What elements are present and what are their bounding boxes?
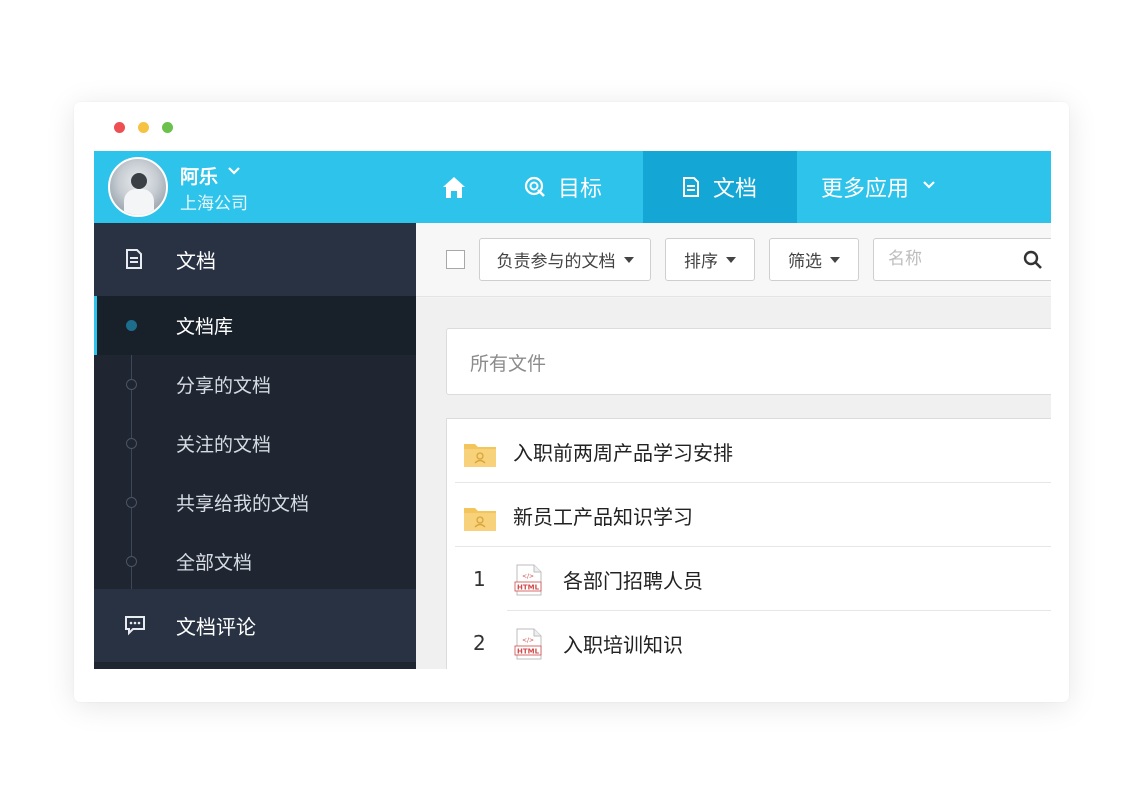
- file-row[interactable]: 2 </> HTML 入职培训知识: [447, 611, 1051, 669]
- sidebar-item-all-documents[interactable]: 全部文档: [94, 532, 416, 591]
- nav-more-apps-label: 更多应用: [821, 177, 910, 202]
- sidebar: 文档 文档库 分享的文档 关注的文档 共享给我的文档 全部文档 文档评论: [94, 223, 416, 669]
- sidebar-item-document-library[interactable]: 文档库: [94, 296, 416, 355]
- sidebar-section-label: 文档: [176, 249, 216, 273]
- file-row[interactable]: 1 </> HTML 各部门招聘人员: [447, 547, 1051, 611]
- user-name[interactable]: 阿乐: [180, 162, 218, 189]
- nav-more-apps[interactable]: 更多应用: [821, 151, 949, 223]
- sidebar-item-shared-with-me[interactable]: 共享给我的文档: [94, 473, 416, 532]
- timeline-node: [126, 379, 137, 390]
- sidebar-item-shared-documents[interactable]: 分享的文档: [94, 355, 416, 414]
- timeline-node: [126, 556, 137, 567]
- top-bar: 阿乐 上海公司 目标 文档 更多应用: [94, 151, 1051, 223]
- responsible-docs-filter-button[interactable]: 负责参与的文档: [479, 238, 651, 281]
- home-icon[interactable]: [440, 173, 468, 201]
- chevron-down-icon[interactable]: [226, 163, 242, 183]
- filter-button[interactable]: 筛选: [769, 238, 859, 281]
- html-file-icon: </> HTML: [513, 628, 545, 660]
- caret-down-icon: [623, 256, 634, 263]
- avatar[interactable]: [108, 157, 168, 217]
- caret-down-icon: [830, 256, 840, 263]
- sidebar-section-label: 文档评论: [176, 615, 256, 639]
- file-name: 各部门招聘人员: [563, 568, 703, 593]
- path-bar: 所有文件: [446, 328, 1051, 395]
- timeline-node: [126, 497, 137, 508]
- nav-goal[interactable]: 目标: [524, 151, 602, 223]
- file-index: 1: [473, 567, 486, 591]
- html-file-icon: </> HTML: [513, 564, 545, 596]
- sidebar-item-followed-documents[interactable]: 关注的文档: [94, 414, 416, 473]
- svg-text:</>: </>: [522, 573, 534, 580]
- nav-goal-label: 目标: [558, 177, 603, 202]
- sidebar-item-label: 共享给我的文档: [176, 493, 310, 515]
- search-icon[interactable]: [1023, 250, 1043, 274]
- folder-name: 入职前两周产品学习安排: [513, 440, 733, 465]
- sidebar-list: 文档库 分享的文档 关注的文档 共享给我的文档 全部文档: [94, 296, 416, 589]
- sidebar-item-label: 文档库: [176, 316, 234, 338]
- button-label: 筛选: [788, 252, 822, 272]
- caret-down-icon: [726, 256, 736, 263]
- select-all-checkbox[interactable]: [446, 250, 465, 269]
- nav-document-label: 文档: [713, 177, 758, 202]
- file-type-label: HTML: [517, 648, 540, 656]
- window-minimize-dot[interactable]: [138, 122, 149, 133]
- path-label[interactable]: 所有文件: [470, 349, 546, 376]
- file-index: 2: [473, 631, 486, 655]
- target-icon: [524, 176, 545, 197]
- button-label: 负责参与的文档: [496, 252, 616, 272]
- svg-text:</>: </>: [522, 637, 534, 644]
- nav-document[interactable]: 文档: [643, 151, 797, 223]
- folder-icon: [463, 504, 497, 532]
- app: 阿乐 上海公司 目标 文档 更多应用 文档 文档库 分享的文档 关注的文档 共享…: [94, 151, 1051, 669]
- file-list: 入职前两周产品学习安排 新员工产品知识学习 1 </> HTML 各部门招聘人员…: [446, 418, 1051, 669]
- document-icon: [683, 177, 699, 197]
- folder-row[interactable]: 入职前两周产品学习安排: [447, 419, 1051, 483]
- document-icon: [124, 248, 144, 275]
- folder-row[interactable]: 新员工产品知识学习: [447, 483, 1051, 547]
- window-maximize-dot[interactable]: [162, 122, 173, 133]
- sidebar-item-label: 关注的文档: [176, 434, 272, 456]
- file-type-label: HTML: [517, 584, 540, 592]
- chevron-down-icon: [921, 177, 949, 198]
- sidebar-section-documents[interactable]: 文档: [94, 223, 416, 296]
- user-company: 上海公司: [180, 194, 248, 214]
- folder-name: 新员工产品知识学习: [513, 504, 693, 529]
- folder-icon: [463, 440, 497, 468]
- timeline-node: [126, 320, 137, 331]
- sidebar-item-label: 分享的文档: [176, 375, 272, 397]
- sidebar-item-label: 全部文档: [176, 552, 253, 574]
- search-box: [873, 238, 1051, 281]
- timeline-node: [126, 438, 137, 449]
- button-label: 排序: [684, 252, 718, 272]
- file-name: 入职培训知识: [563, 632, 683, 657]
- window-close-dot[interactable]: [114, 122, 125, 133]
- search-input[interactable]: [888, 249, 1008, 269]
- main-content: 所有文件 入职前两周产品学习安排 新员工产品知识学习 1 </> HTML 各部…: [416, 298, 1051, 669]
- toolbar: 负责参与的文档 排序 筛选: [416, 223, 1051, 297]
- sort-button[interactable]: 排序: [665, 238, 755, 281]
- comment-icon: [124, 614, 146, 641]
- sidebar-section-comments[interactable]: 文档评论: [94, 589, 416, 662]
